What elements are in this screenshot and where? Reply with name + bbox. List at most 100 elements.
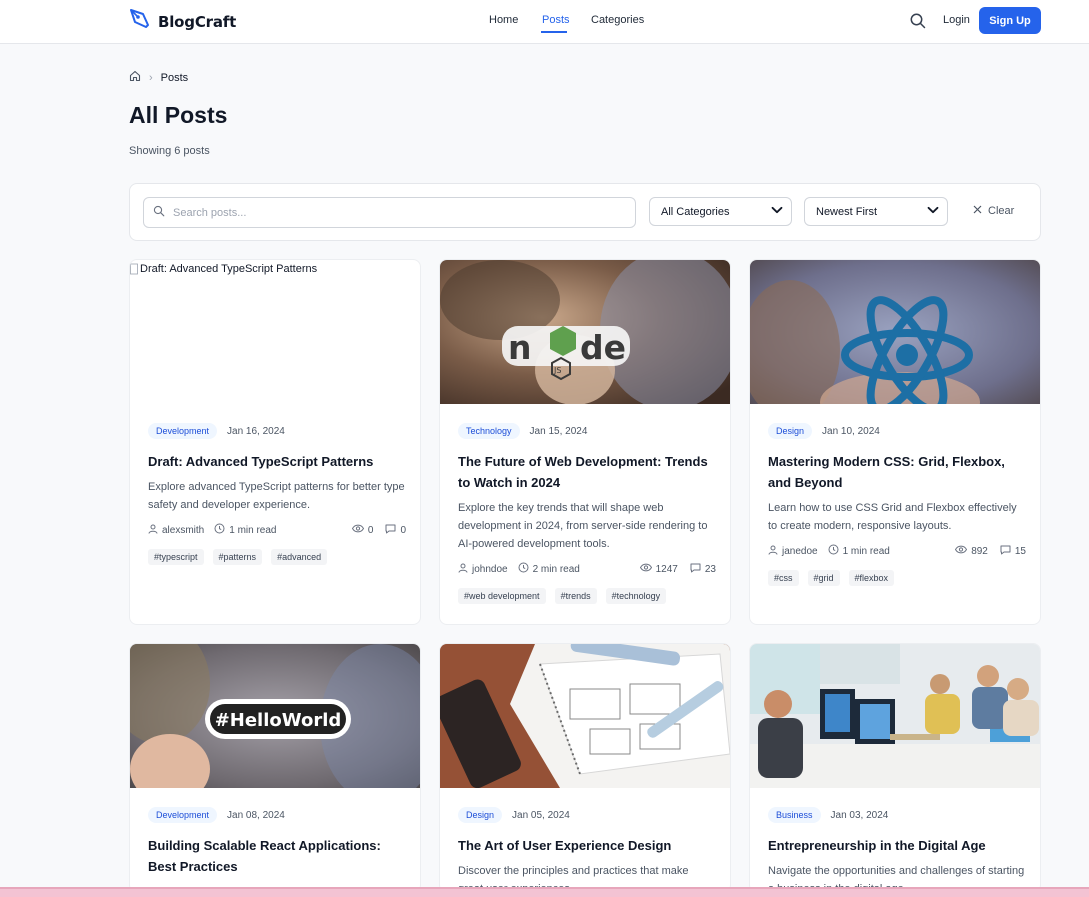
tag[interactable]: #trends — [554, 588, 597, 604]
post-image: #HelloWorld — [130, 644, 420, 788]
read-time: 1 min read — [229, 524, 277, 536]
filter-bar: All Categories Newest First Clear — [129, 183, 1041, 241]
tag-list: #css #grid #flexbox — [768, 570, 1026, 586]
tag[interactable]: #web development — [458, 588, 546, 604]
post-author[interactable]: janedoe — [782, 546, 818, 557]
category-select[interactable]: All Categories — [649, 197, 792, 226]
comment-icon — [690, 563, 701, 576]
view-count: 0 — [367, 524, 374, 536]
search-input[interactable] — [173, 206, 613, 219]
logo[interactable]: BlogCraft — [129, 8, 236, 35]
eye-icon — [351, 524, 364, 536]
comment-count: 15 — [1014, 545, 1026, 557]
post-title[interactable]: Entrepreneurship in the Digital Age — [768, 835, 1026, 856]
category-badge[interactable]: Design — [458, 807, 503, 823]
post-date: Jan 03, 2024 — [830, 809, 889, 821]
svg-text:de: de — [580, 328, 626, 367]
tag[interactable]: #grid — [807, 570, 840, 586]
post-card[interactable]: Business Jan 03, 2024 Entrepreneurship i… — [749, 643, 1041, 893]
post-author[interactable]: alexsmith — [162, 525, 204, 536]
post-date: Jan 08, 2024 — [227, 809, 285, 821]
clear-filters-button[interactable]: Clear — [973, 205, 1014, 217]
svg-text:n: n — [508, 328, 532, 367]
post-image-alt: Draft: Advanced TypeScript Patterns — [140, 263, 318, 275]
chevron-right-icon: › — [149, 71, 153, 84]
sort-select-value: Newest First — [816, 205, 878, 218]
tag-list: #typescript #patterns #advanced — [148, 549, 406, 565]
clock-icon — [214, 523, 225, 537]
read-time: 2 min read — [532, 563, 580, 575]
comment-icon — [1000, 545, 1011, 558]
active-nav-underline — [541, 31, 567, 33]
category-badge[interactable]: Business — [768, 807, 821, 823]
post-title[interactable]: Draft: Advanced TypeScript Patterns — [148, 451, 406, 472]
post-author[interactable]: johndoe — [472, 564, 508, 575]
post-stats: johndoe 2 min read 1247 23 — [458, 560, 716, 578]
eye-icon — [639, 563, 652, 575]
breadcrumb: › Posts — [129, 70, 188, 85]
post-card[interactable]: #HelloWorld Development Jan 08, 2024 Bui… — [129, 643, 421, 893]
home-icon[interactable] — [129, 70, 141, 85]
posts-count: Showing 6 posts — [129, 145, 210, 157]
tag[interactable]: #technology — [605, 588, 667, 604]
login-link[interactable]: Login — [943, 14, 970, 26]
pen-logo-icon — [129, 8, 151, 35]
post-card[interactable]: Design Jan 05, 2024 The Art of User Expe… — [439, 643, 731, 893]
post-card[interactable]: Design Jan 10, 2024 Mastering Modern CSS… — [749, 259, 1041, 625]
view-count: 892 — [971, 545, 988, 557]
tag[interactable]: #css — [768, 570, 799, 586]
post-image — [440, 644, 730, 788]
chevron-down-icon — [926, 203, 940, 220]
user-icon — [768, 545, 778, 558]
signup-button[interactable]: Sign Up — [979, 7, 1041, 34]
clear-label: Clear — [988, 205, 1015, 217]
search-icon[interactable] — [909, 12, 927, 30]
eye-icon — [955, 545, 968, 557]
post-title[interactable]: Building Scalable React Applications: Be… — [148, 835, 406, 877]
top-navbar: BlogCraft Home Posts Categories Login Si… — [0, 0, 1089, 44]
nav-categories[interactable]: Categories — [591, 14, 644, 26]
user-icon — [148, 524, 158, 537]
post-image: n de JS — [440, 260, 730, 404]
post-stats: janedoe 1 min read 892 15 — [768, 542, 1026, 560]
post-excerpt: Explore advanced TypeScript patterns for… — [148, 481, 405, 511]
category-select-value: All Categories — [661, 205, 730, 218]
post-date: Jan 05, 2024 — [512, 809, 570, 821]
category-badge[interactable]: Design — [768, 423, 813, 439]
post-excerpt: Learn how to use CSS Grid and Flexbox ef… — [768, 502, 1017, 532]
category-badge[interactable]: Technology — [458, 423, 520, 439]
sort-select[interactable]: Newest First — [804, 197, 948, 226]
comment-icon — [385, 524, 396, 537]
nav-posts[interactable]: Posts — [542, 14, 570, 26]
post-title[interactable]: Mastering Modern CSS: Grid, Flexbox, and… — [768, 451, 1026, 493]
tag-list: #web development #trends #technology — [458, 588, 716, 604]
category-badge[interactable]: Development — [148, 423, 218, 439]
tag[interactable]: #typescript — [148, 549, 204, 565]
post-title[interactable]: The Future of Web Development: Trends to… — [458, 451, 716, 493]
tag[interactable]: #flexbox — [848, 570, 895, 586]
nav-home[interactable]: Home — [489, 14, 518, 26]
post-image — [750, 644, 1040, 788]
post-excerpt: Explore the key trends that will shape w… — [458, 502, 708, 550]
bottom-edge-strip — [0, 887, 1089, 897]
tag[interactable]: #patterns — [212, 549, 263, 565]
comment-count: 23 — [704, 563, 716, 575]
post-title[interactable]: The Art of User Experience Design — [458, 835, 716, 856]
chevron-down-icon — [770, 203, 784, 220]
search-box — [143, 197, 636, 228]
post-date: Jan 15, 2024 — [529, 425, 588, 437]
tag[interactable]: #advanced — [271, 549, 328, 565]
post-stats: alexsmith 1 min read 0 0 — [148, 521, 406, 539]
post-card[interactable]: n de JS Technology Jan 15, 2024 The Futu… — [439, 259, 731, 625]
post-image: Draft: Advanced TypeScript Patterns — [130, 260, 420, 404]
view-count: 1247 — [655, 563, 678, 575]
search-icon — [153, 204, 165, 222]
clock-icon — [518, 562, 529, 576]
hello-world-sticker-text: #HelloWorld — [215, 710, 342, 731]
post-date: Jan 16, 2024 — [227, 425, 285, 437]
category-badge[interactable]: Development — [148, 807, 218, 823]
page-title: All Posts — [129, 102, 228, 128]
post-card[interactable]: Draft: Advanced TypeScript Patterns Deve… — [129, 259, 421, 625]
user-icon — [458, 563, 468, 576]
read-time: 1 min read — [842, 545, 890, 557]
